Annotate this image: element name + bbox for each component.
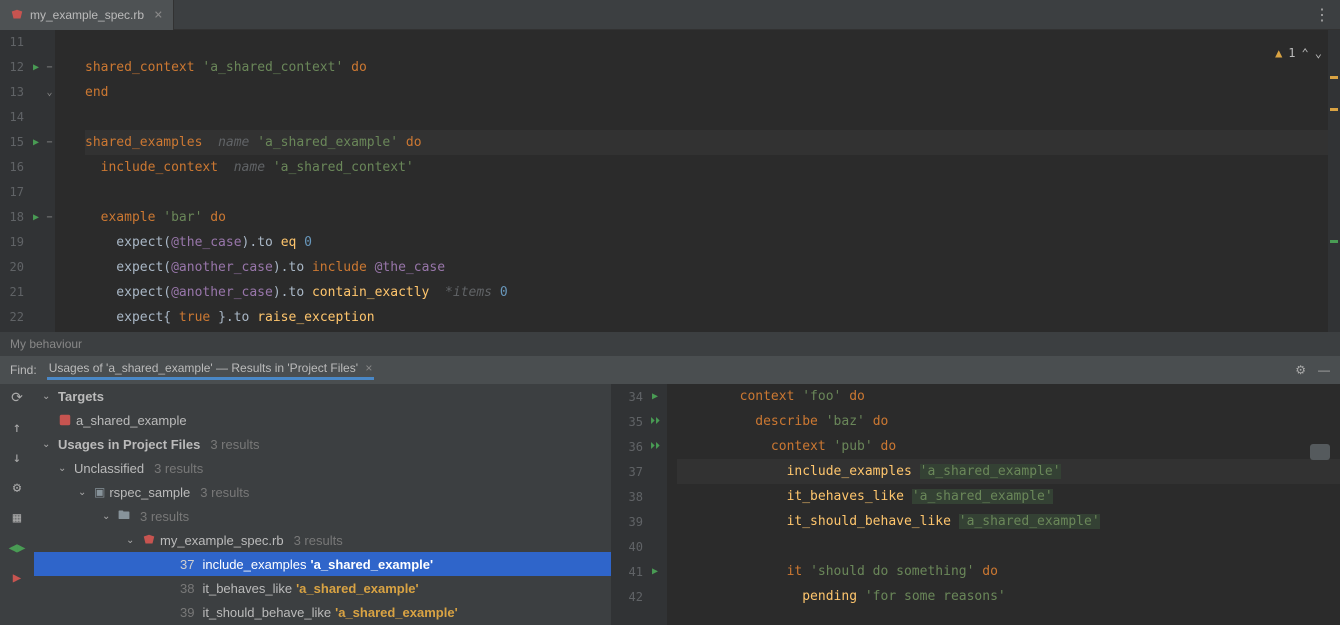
code-line[interactable]: expect(@the_case).to eq 0 bbox=[85, 230, 1340, 255]
minimize-icon[interactable]: — bbox=[1318, 363, 1330, 377]
code-line[interactable] bbox=[677, 534, 1340, 559]
code-line[interactable] bbox=[85, 105, 1340, 130]
find-tree[interactable]: ⌄Targets a_shared_example⌄Usages in Proj… bbox=[34, 384, 611, 625]
code-line[interactable]: expect(@another_case).to include @the_ca… bbox=[85, 255, 1340, 280]
code-line[interactable]: pending 'for some reasons' bbox=[677, 584, 1340, 609]
find-label: Find: bbox=[10, 363, 37, 377]
warning-count: 1 bbox=[1288, 46, 1295, 60]
editor-tab-label: my_example_spec.rb bbox=[30, 8, 144, 22]
tree-row[interactable]: ⌄Usages in Project Files3 results bbox=[34, 432, 611, 456]
find-preview: 34▶35⏵⏵36⏵⏵3738394041▶42 context 'foo' d… bbox=[611, 384, 1340, 625]
code-line[interactable] bbox=[85, 180, 1340, 205]
editor-tab[interactable]: my_example_spec.rb × bbox=[0, 0, 174, 30]
find-sidebar: ⟳ ↑ ↓ ⚙ ▦ ◀▶ ▶ bbox=[0, 384, 34, 625]
tree-row[interactable]: ⌄🖿3 results bbox=[34, 504, 611, 528]
code-line[interactable]: it 'should do something' do bbox=[677, 559, 1340, 584]
code-line[interactable]: context 'pub' do bbox=[677, 434, 1340, 459]
ruby-file-icon bbox=[10, 8, 24, 22]
editor-tab-bar: my_example_spec.rb × ⋮ bbox=[0, 0, 1340, 30]
code-line[interactable]: it_behaves_like 'a_shared_example' bbox=[677, 484, 1340, 509]
code-line[interactable]: it_should_behave_like 'a_shared_example' bbox=[677, 509, 1340, 534]
code-line[interactable]: end bbox=[85, 80, 1340, 105]
inspections-widget[interactable]: ▲ 1 ⌃ ⌄ bbox=[1275, 46, 1322, 60]
tree-row[interactable]: a_shared_example bbox=[34, 408, 611, 432]
code-line[interactable]: include_examples 'a_shared_example' bbox=[677, 459, 1340, 484]
warning-icon: ▲ bbox=[1275, 46, 1282, 60]
find-tab-title: Usages of 'a_shared_example' — Results i… bbox=[49, 361, 358, 375]
chevron-up-icon[interactable]: ⌃ bbox=[1302, 46, 1309, 60]
tab-menu-icon[interactable]: ⋮ bbox=[1314, 5, 1330, 24]
diff-right-icon[interactable]: ▶ bbox=[13, 570, 21, 586]
code-line[interactable]: shared_examples name 'a_shared_example' … bbox=[85, 130, 1340, 155]
tree-row[interactable]: ⌄Unclassified3 results bbox=[34, 456, 611, 480]
editor-code[interactable]: shared_context 'a_shared_context' doend s… bbox=[55, 30, 1340, 332]
code-line[interactable] bbox=[85, 30, 1340, 55]
code-line[interactable]: shared_context 'a_shared_context' do bbox=[85, 55, 1340, 80]
gear-icon[interactable]: ⚙ bbox=[1295, 363, 1306, 377]
grid-icon[interactable]: ▦ bbox=[13, 510, 21, 526]
code-line[interactable]: expect{ true }.to raise_exception bbox=[85, 305, 1340, 330]
tree-row[interactable]: ⌄▣ rspec_sample3 results bbox=[34, 480, 611, 504]
code-line[interactable]: context 'foo' do bbox=[677, 384, 1340, 409]
tree-row[interactable]: ⌄Targets bbox=[34, 384, 611, 408]
tree-row[interactable]: 37include_examples 'a_shared_example' bbox=[34, 552, 611, 576]
arrow-down-icon[interactable]: ↓ bbox=[13, 450, 21, 466]
close-icon[interactable]: × bbox=[154, 7, 162, 23]
find-body: ⟳ ↑ ↓ ⚙ ▦ ◀▶ ▶ ⌄Targets a_shared_example… bbox=[0, 384, 1340, 625]
close-icon[interactable]: × bbox=[365, 361, 372, 375]
find-header: Find: Usages of 'a_shared_example' — Res… bbox=[0, 356, 1340, 384]
code-line[interactable]: include_context name 'a_shared_context' bbox=[85, 155, 1340, 180]
code-line[interactable]: expect(@another_case).to contain_exactly… bbox=[85, 280, 1340, 305]
chevron-down-icon[interactable]: ⌄ bbox=[1315, 46, 1322, 60]
find-usages-panel: Find: Usages of 'a_shared_example' — Res… bbox=[0, 356, 1340, 625]
find-tab[interactable]: Usages of 'a_shared_example' — Results i… bbox=[47, 361, 375, 380]
breadcrumb[interactable]: My behaviour bbox=[0, 332, 1340, 356]
tree-row[interactable]: 38it_behaves_like 'a_shared_example' bbox=[34, 576, 611, 600]
code-line[interactable]: example 'bar' do bbox=[85, 205, 1340, 230]
code-line[interactable]: describe 'baz' do bbox=[677, 409, 1340, 434]
tree-row[interactable]: 39it_should_behave_like 'a_shared_exampl… bbox=[34, 600, 611, 624]
tree-row[interactable]: ⌄ my_example_spec.rb3 results bbox=[34, 528, 611, 552]
reader-mode-icon[interactable] bbox=[1310, 444, 1330, 460]
arrow-up-icon[interactable]: ↑ bbox=[13, 420, 21, 436]
preview-code[interactable]: context 'foo' do describe 'baz' do conte… bbox=[667, 384, 1340, 625]
diff-left-icon[interactable]: ◀▶ bbox=[9, 540, 26, 556]
error-stripe[interactable] bbox=[1328, 30, 1340, 332]
preview-gutter: 34▶35⏵⏵36⏵⏵3738394041▶42 bbox=[611, 384, 667, 625]
gear-icon[interactable]: ⚙ bbox=[13, 480, 21, 496]
editor: 1112▶−13⌄1415▶−161718▶−19202122 shared_c… bbox=[0, 30, 1340, 332]
refresh-icon[interactable]: ⟳ bbox=[11, 390, 23, 406]
editor-gutter: 1112▶−13⌄1415▶−161718▶−19202122 bbox=[0, 30, 55, 332]
